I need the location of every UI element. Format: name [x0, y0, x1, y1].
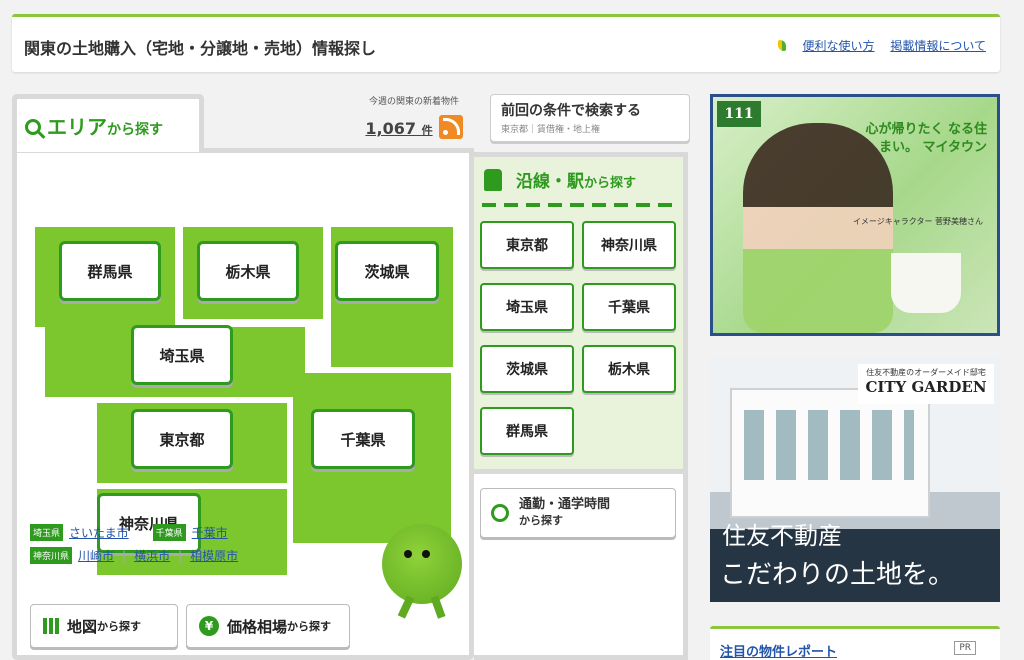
commute-search-button[interactable]: 通勤・通学時間 から探す: [480, 488, 676, 538]
pref-tag-kanagawa: 神奈川県: [30, 547, 73, 564]
rss-icon[interactable]: [438, 115, 463, 139]
ad-cup-image: [891, 253, 961, 313]
city-link-saitama[interactable]: さいたま市: [69, 524, 129, 541]
map-icon: [43, 618, 59, 634]
city-link-yokohama[interactable]: 横浜市: [134, 547, 170, 564]
line-station-panel: 沿線・駅から探す 東京都 神奈川県 埼玉県 千葉県 茨城県 栃木県 群馬県: [474, 152, 688, 474]
line-prefecture-grid: 東京都 神奈川県 埼玉県 千葉県 茨城県 栃木県 群馬県: [480, 221, 676, 455]
city-link-chiba[interactable]: 千葉市: [192, 524, 228, 541]
how-to-use-link[interactable]: 便利な使い方: [803, 39, 875, 53]
tab-area-search[interactable]: エリアから探す: [12, 94, 204, 152]
new-listings-label: 今週の関東の新着物件: [368, 97, 459, 107]
ad2-headline-1: 住友不動産: [722, 522, 842, 550]
search-icon: [25, 119, 41, 135]
map-button-tokyo[interactable]: 東京都: [131, 409, 233, 469]
city-link-sagamihara[interactable]: 相模原市: [190, 547, 238, 564]
featured-report: 注目の物件レポート PR: [710, 626, 1000, 660]
ad1-caption: イメージキャラクター 菅野美穂さん: [852, 217, 983, 226]
line-button-ibaraki[interactable]: 茨城県: [480, 345, 574, 393]
bottom-search-buttons: 地図 から探す ¥ 価格相場 から探す: [30, 604, 350, 648]
new-listings: 今週の関東の新着物件 1,067 件: [354, 94, 474, 139]
new-listings-count[interactable]: 1,067 件: [365, 119, 432, 138]
map-button-ibaraki[interactable]: 茨城県: [335, 241, 439, 301]
city-link-kawasaki[interactable]: 川崎市: [78, 547, 114, 564]
beginner-leaf-icon: [777, 40, 786, 51]
line-button-gunma[interactable]: 群馬県: [480, 407, 574, 455]
page: 関東の土地購入（宅地・分譲地・売地）情報探し 便利な使い方 掲載情報について エ…: [0, 0, 1024, 660]
ad-banner-mytown[interactable]: 111 心が帰りたく なる住まい。 マイタウン イメージキャラクター 菅野美穂さ…: [710, 94, 1000, 336]
area-tab-sub: から探す: [107, 122, 163, 138]
price-search-button[interactable]: ¥ 価格相場 から探す: [186, 604, 350, 648]
pref-tag-saitama: 埼玉県: [30, 524, 64, 541]
page-header: 関東の土地購入（宅地・分譲地・売地）情報探し 便利な使い方 掲載情報について: [12, 14, 1000, 72]
pref-tag-chiba: 千葉県: [152, 524, 186, 541]
kanto-map: 群馬県 栃木県 茨城県 埼玉県 東京都 千葉県 神奈川県: [35, 217, 453, 575]
clock-icon: [491, 504, 509, 522]
previous-search-title: 前回の条件で検索する: [501, 103, 641, 119]
yen-icon: ¥: [199, 616, 219, 636]
ad-banner-city-garden[interactable]: 住友不動産のオーダーメイド邸宅 CITY GARDEN 住友不動産 こだわりの土…: [710, 358, 1000, 602]
line-button-tokyo[interactable]: 東京都: [480, 221, 574, 269]
line-button-saitama[interactable]: 埼玉県: [480, 283, 574, 331]
map-button-chiba[interactable]: 千葉県: [311, 409, 415, 469]
line-button-tochigi[interactable]: 栃木県: [582, 345, 676, 393]
header-links: 便利な使い方 掲載情報について: [777, 37, 986, 54]
mytown-logo: 111: [717, 101, 761, 127]
map-button-saitama[interactable]: 埼玉県: [131, 325, 233, 385]
pr-badge: PR: [954, 641, 976, 655]
line-button-kanagawa[interactable]: 神奈川県: [582, 221, 676, 269]
map-search-button[interactable]: 地図 から探す: [30, 604, 178, 648]
ad2-headline-2: こだわりの土地を。: [720, 560, 955, 590]
listing-info-link[interactable]: 掲載情報について: [890, 39, 986, 53]
ad-house-image: [730, 388, 930, 518]
city-links: 埼玉県 さいたま市 千葉県 千葉市 神奈川県 川崎市 | 横浜市 | 相模原市: [30, 524, 238, 570]
previous-search-detail: 東京都｜賃借権・地上権: [501, 125, 601, 135]
commute-panel: 通勤・通学時間 から探す: [474, 474, 688, 660]
area-tab-label: エリア: [47, 115, 107, 139]
city-garden-logo: 住友不動産のオーダーメイド邸宅 CITY GARDEN: [858, 364, 994, 404]
search-panel: エリアから探す 今週の関東の新着物件 1,067 件 前回の条件で検索する 東京…: [12, 94, 692, 660]
page-title: 関東の土地購入（宅地・分譲地・売地）情報探し: [24, 39, 377, 58]
line-station-heading: 沿線・駅から探す: [484, 167, 636, 192]
map-button-gunma[interactable]: 群馬県: [59, 241, 161, 301]
train-icon: [484, 169, 502, 191]
featured-report-link[interactable]: 注目の物件レポート: [720, 641, 837, 660]
line-button-chiba[interactable]: 千葉県: [582, 283, 676, 331]
ad1-copy: 心が帰りたく なる住まい。 マイタウン: [865, 122, 987, 156]
dashed-divider: [482, 203, 678, 207]
map-button-tochigi[interactable]: 栃木県: [197, 241, 299, 301]
mascot-character: [382, 524, 462, 619]
previous-search-button[interactable]: 前回の条件で検索する 東京都｜賃借権・地上権: [490, 94, 690, 142]
